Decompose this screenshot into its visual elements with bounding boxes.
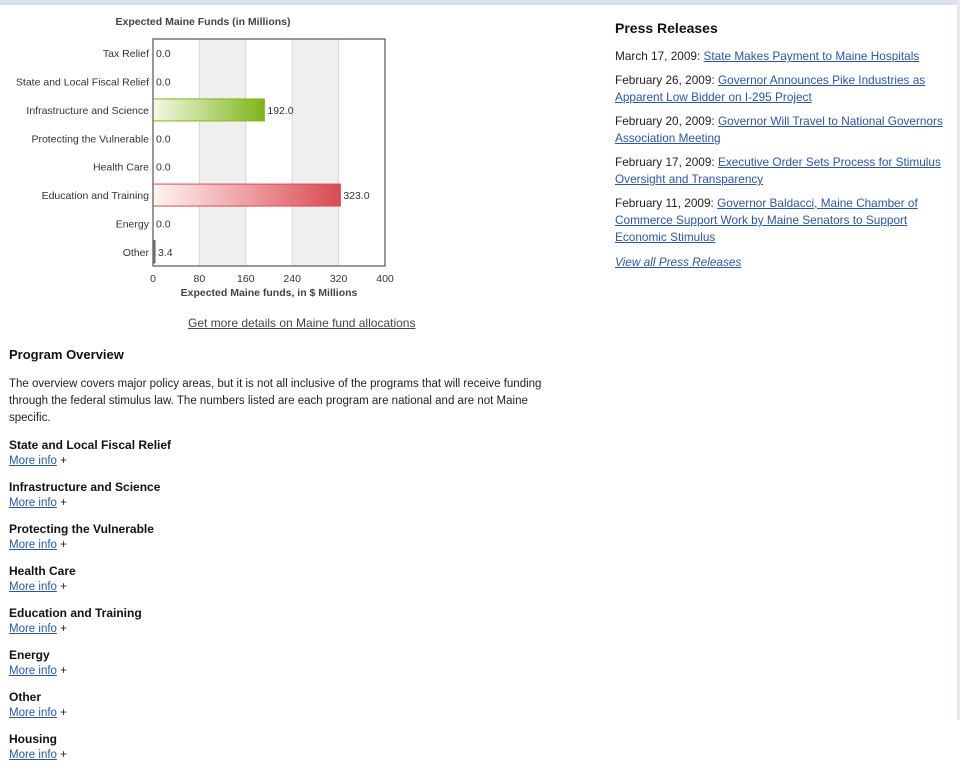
press-item: February 17, 2009: Executive Order Sets … bbox=[615, 154, 945, 188]
more-info-link[interactable]: More info bbox=[9, 623, 57, 635]
bar-infrastructure-and-science bbox=[152, 98, 265, 122]
x-tick-label: 240 bbox=[283, 273, 301, 285]
more-info-link[interactable]: More info bbox=[9, 581, 57, 593]
bar-education-and-training bbox=[152, 183, 341, 207]
expand-plus-icon[interactable]: + bbox=[60, 581, 67, 593]
program-overview: Program Overview The overview covers maj… bbox=[9, 347, 569, 773]
expand-plus-icon[interactable]: + bbox=[60, 539, 67, 551]
expand-plus-icon[interactable]: + bbox=[60, 707, 67, 719]
press-item: February 26, 2009: Governor Announces Pi… bbox=[615, 72, 945, 106]
press-title: Press Releases bbox=[615, 20, 718, 36]
expand-plus-icon[interactable]: + bbox=[60, 665, 67, 677]
press-item: February 11, 2009: Governor Baldacci, Ma… bbox=[615, 195, 945, 246]
press-date: February 20, 2009: bbox=[615, 114, 718, 128]
grid-band bbox=[292, 39, 339, 266]
value-label: 0.0 bbox=[156, 77, 171, 89]
program-name: State and Local Fiscal Relief bbox=[9, 438, 172, 452]
program-item: Energy More info + bbox=[9, 647, 569, 689]
expand-plus-icon[interactable]: + bbox=[60, 455, 67, 467]
fund-allocations-link[interactable]: Get more details on Maine fund allocatio… bbox=[188, 316, 415, 330]
expand-plus-icon[interactable]: + bbox=[60, 623, 67, 635]
press-date: February 17, 2009: bbox=[615, 155, 718, 169]
press-releases: Press Releases March 17, 2009: State Mak… bbox=[615, 20, 945, 271]
expand-plus-icon[interactable]: + bbox=[60, 497, 67, 509]
funds-bar-chart: Tax Relief 0.0 State and Local Fiscal Reli… bbox=[16, 16, 394, 299]
chart-title: Expected Maine Funds (in Millions) bbox=[115, 16, 290, 28]
expand-plus-icon[interactable]: + bbox=[60, 749, 67, 761]
more-info-link[interactable]: More info bbox=[9, 539, 57, 551]
x-axis-label: Expected Maine funds, in $ Millions bbox=[181, 287, 358, 299]
grid-band bbox=[153, 39, 200, 266]
press-date: February 11, 2009: bbox=[615, 196, 718, 210]
program-name: Protecting the Vulnerable bbox=[9, 522, 154, 536]
program-name: Education and Training bbox=[9, 606, 142, 620]
program-item: Health Care More info + bbox=[9, 563, 569, 605]
top-border bbox=[0, 0, 960, 5]
grid-band bbox=[245, 39, 293, 266]
x-tick-label: 320 bbox=[330, 273, 348, 285]
program-name: Infrastructure and Science bbox=[9, 480, 161, 494]
category-label: Other bbox=[123, 247, 150, 259]
press-link[interactable]: State Makes Payment to Maine Hospitals bbox=[704, 49, 920, 63]
x-tick-label: 80 bbox=[194, 273, 206, 285]
program-name: Housing bbox=[9, 732, 57, 746]
category-label: Energy bbox=[116, 218, 150, 230]
value-label: 0.0 bbox=[156, 218, 171, 230]
more-info-link[interactable]: More info bbox=[9, 707, 57, 719]
more-info-link[interactable]: More info bbox=[9, 455, 57, 467]
program-list: State and Local Fiscal Relief More info … bbox=[9, 437, 569, 773]
press-item: March 17, 2009: State Makes Payment to M… bbox=[615, 48, 945, 65]
value-label: 3.4 bbox=[158, 247, 173, 259]
category-label: Tax Relief bbox=[103, 48, 149, 60]
press-date: March 17, 2009: bbox=[615, 49, 704, 63]
grid-band bbox=[199, 39, 246, 266]
program-item: Other More info + bbox=[9, 689, 569, 731]
program-name: Health Care bbox=[9, 564, 76, 578]
value-label: 0.0 bbox=[156, 133, 171, 145]
x-tick-label: 160 bbox=[237, 273, 255, 285]
value-label: 0.0 bbox=[156, 162, 171, 174]
category-label: Protecting the Vulnerable bbox=[31, 133, 149, 145]
overview-title: Program Overview bbox=[9, 347, 124, 362]
program-name: Other bbox=[9, 690, 42, 704]
category-label: Infrastructure and Science bbox=[26, 105, 149, 117]
category-label: State and Local Fiscal Relief bbox=[16, 77, 149, 89]
program-item: Housing More info + bbox=[9, 731, 569, 773]
view-all-press-link[interactable]: View all Press Releases bbox=[615, 255, 741, 269]
grid-band bbox=[338, 39, 385, 266]
press-list: March 17, 2009: State Makes Payment to M… bbox=[615, 48, 945, 246]
more-info-link[interactable]: More info bbox=[9, 665, 57, 677]
press-date: February 26, 2009: bbox=[615, 73, 718, 87]
overview-intro: The overview covers major policy areas, … bbox=[9, 378, 542, 424]
more-info-link[interactable]: More info bbox=[9, 749, 57, 761]
value-label: 192.0 bbox=[267, 105, 293, 117]
program-name: Energy bbox=[9, 648, 50, 662]
x-tick-label: 400 bbox=[376, 273, 394, 285]
program-item: Protecting the Vulnerable More info + bbox=[9, 521, 569, 563]
value-label: 0.0 bbox=[156, 48, 171, 60]
category-label: Education and Training bbox=[42, 190, 150, 202]
press-item: February 20, 2009: Governor Will Travel … bbox=[615, 113, 945, 147]
x-tick-label: 0 bbox=[150, 273, 156, 285]
category-label: Health Care bbox=[93, 162, 149, 174]
more-info-link[interactable]: More info bbox=[9, 497, 57, 509]
program-item: State and Local Fiscal Relief More info … bbox=[9, 437, 569, 479]
value-label: 323.0 bbox=[343, 190, 369, 202]
program-item: Infrastructure and Science More info + bbox=[9, 479, 569, 521]
program-item: Education and Training More info + bbox=[9, 605, 569, 647]
